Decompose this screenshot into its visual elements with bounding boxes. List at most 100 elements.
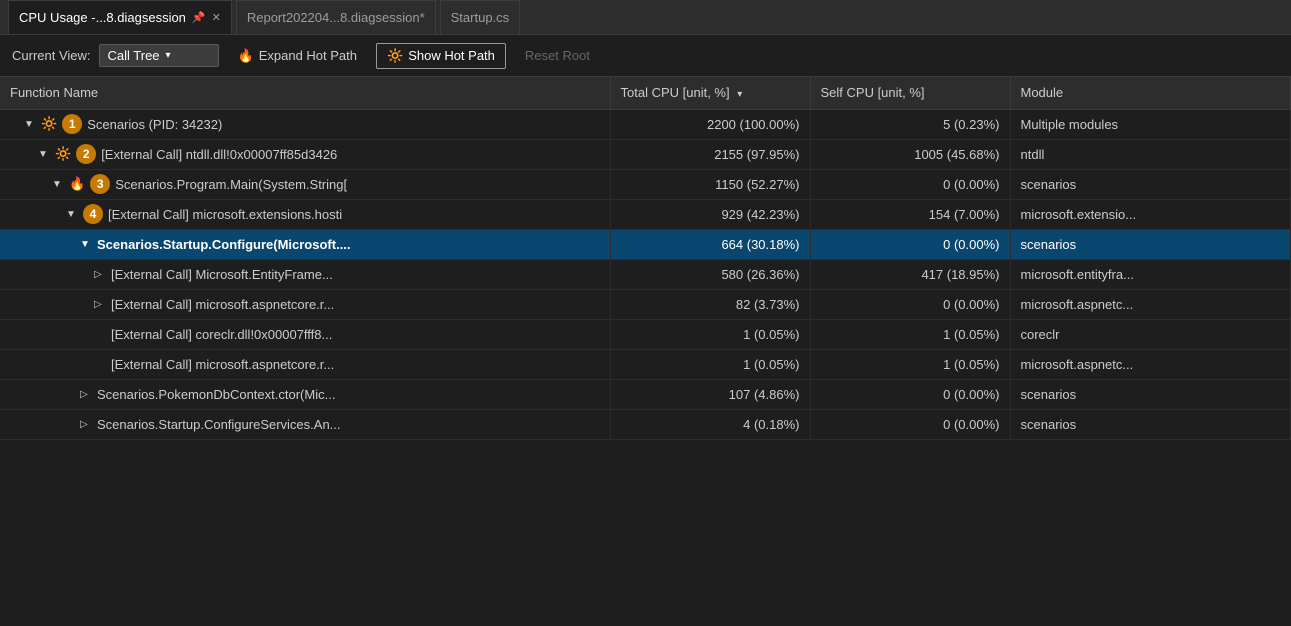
fn-name-text: Scenarios.Startup.Configure(Microsoft...…	[97, 237, 351, 252]
fn-name-cell: ▷ Scenarios.PokemonDbContext.ctor(Mic...	[0, 379, 610, 409]
col-header-module[interactable]: Module	[1010, 77, 1291, 109]
table-row[interactable]: ▼ Scenarios.Startup.Configure(Microsoft..…	[0, 229, 1291, 259]
hotpath-icon: 🔆	[41, 116, 57, 132]
module-cell: Multiple modules	[1010, 109, 1291, 139]
self-cpu-cell: 154 (7.00%)	[810, 199, 1010, 229]
fn-name-text: [External Call] microsoft.aspnetcore.r..…	[111, 297, 334, 312]
fn-cell-content: ▼🔆1Scenarios (PID: 34232)	[10, 114, 600, 134]
table-row[interactable]: ▷ [External Call] Microsoft.EntityFrame..…	[0, 259, 1291, 289]
module-cell: scenarios	[1010, 229, 1291, 259]
call-tree-table: Function Name Total CPU [unit, %] ▾ Self…	[0, 77, 1291, 440]
fn-name-cell: ▷ [External Call] microsoft.aspnetcore.r.…	[0, 289, 610, 319]
chevron-down-icon: ▾	[166, 50, 171, 61]
self-cpu-cell: 0 (0.00%)	[810, 169, 1010, 199]
module-cell: microsoft.aspnetc...	[1010, 289, 1291, 319]
table-container: Function Name Total CPU [unit, %] ▾ Self…	[0, 77, 1291, 626]
title-bar: CPU Usage -...8.diagsession 📌 ✕ Report20…	[0, 0, 1291, 35]
close-icon[interactable]: ✕	[212, 11, 221, 24]
total-cpu-cell: 664 (30.18%)	[610, 229, 810, 259]
fn-name-text: [External Call] Microsoft.EntityFrame...	[111, 267, 333, 282]
fn-name-cell: ▼🔆2[External Call] ntdll.dll!0x00007ff85…	[0, 139, 610, 169]
fn-name-cell: ▼ 4 [External Call] microsoft.extensions.h…	[0, 199, 610, 229]
fn-cell-content: ▷ Scenarios.PokemonDbContext.ctor(Mic...	[10, 387, 600, 402]
expand-arrow-icon[interactable]: ▷	[94, 299, 106, 310]
total-cpu-cell: 4 (0.18%)	[610, 409, 810, 439]
module-cell: scenarios	[1010, 409, 1291, 439]
fn-name-cell: ▼🔥3Scenarios.Program.Main(System.String[	[0, 169, 610, 199]
module-cell: microsoft.aspnetc...	[1010, 349, 1291, 379]
expand-arrow-icon[interactable]: ▼	[38, 149, 50, 160]
module-cell: microsoft.extensio...	[1010, 199, 1291, 229]
current-view-label: Current View:	[12, 48, 91, 63]
fn-name-cell: [External Call] coreclr.dll!0x00007fff8.…	[0, 319, 610, 349]
fn-cell-content: ▷Scenarios.Startup.ConfigureServices.An.…	[10, 417, 600, 432]
expand-arrow-icon[interactable]: ▼	[24, 119, 36, 130]
total-cpu-cell: 2200 (100.00%)	[610, 109, 810, 139]
pin-icon[interactable]: 📌	[192, 11, 206, 24]
table-body: ▼🔆1Scenarios (PID: 34232)2200 (100.00%)5…	[0, 109, 1291, 439]
table-row[interactable]: ▼🔆1Scenarios (PID: 34232)2200 (100.00%)5…	[0, 109, 1291, 139]
expand-arrow-icon[interactable]: ▼	[52, 179, 64, 190]
tab-report-label: Report202204...8.diagsession*	[247, 10, 425, 25]
table-row[interactable]: ▼🔥3Scenarios.Program.Main(System.String[…	[0, 169, 1291, 199]
toolbar: Current View: Call Tree ▾ 🔥 Expand Hot P…	[0, 35, 1291, 77]
fn-cell-content: [External Call] coreclr.dll!0x00007fff8.…	[10, 327, 600, 342]
table-row[interactable]: [External Call] microsoft.aspnetcore.r..…	[0, 349, 1291, 379]
table-row[interactable]: ▷ [External Call] microsoft.aspnetcore.r.…	[0, 289, 1291, 319]
hotpath-show-icon: 🔆	[387, 48, 403, 64]
self-cpu-cell: 0 (0.00%)	[810, 289, 1010, 319]
table-row[interactable]: ▼🔆2[External Call] ntdll.dll!0x00007ff85…	[0, 139, 1291, 169]
sort-arrow-icon: ▾	[737, 89, 742, 100]
tab-cpu-usage[interactable]: CPU Usage -...8.diagsession 📌 ✕	[8, 0, 232, 34]
fn-name-text: [External Call] microsoft.extensions.hos…	[108, 207, 342, 222]
main-content: Current View: Call Tree ▾ 🔥 Expand Hot P…	[0, 35, 1291, 626]
reset-root-label: Reset Root	[525, 48, 590, 63]
module-cell: microsoft.entityfra...	[1010, 259, 1291, 289]
module-cell: scenarios	[1010, 169, 1291, 199]
self-cpu-cell: 0 (0.00%)	[810, 229, 1010, 259]
expand-arrow-icon[interactable]: ▷	[80, 389, 92, 400]
fire-icon: 🔥	[238, 48, 254, 64]
expand-arrow-icon[interactable]: ▼	[80, 239, 92, 250]
view-select-dropdown[interactable]: Call Tree ▾	[99, 44, 219, 67]
show-hot-path-label: Show Hot Path	[408, 48, 495, 63]
row-badge: 4	[83, 204, 103, 224]
self-cpu-cell: 1005 (45.68%)	[810, 139, 1010, 169]
self-cpu-cell: 0 (0.00%)	[810, 409, 1010, 439]
tab-startup[interactable]: Startup.cs	[440, 0, 521, 34]
total-cpu-cell: 580 (26.36%)	[610, 259, 810, 289]
fire-icon: 🔥	[69, 176, 85, 192]
hotpath-icon: 🔆	[55, 146, 71, 162]
self-cpu-cell: 1 (0.05%)	[810, 349, 1010, 379]
fn-name-cell: ▼🔆1Scenarios (PID: 34232)	[0, 109, 610, 139]
table-header-row: Function Name Total CPU [unit, %] ▾ Self…	[0, 77, 1291, 109]
fn-name-text: Scenarios.PokemonDbContext.ctor(Mic...	[97, 387, 335, 402]
col-header-total-cpu[interactable]: Total CPU [unit, %] ▾	[610, 77, 810, 109]
tab-report[interactable]: Report202204...8.diagsession*	[236, 0, 436, 34]
table-row[interactable]: ▼ 4 [External Call] microsoft.extensions.h…	[0, 199, 1291, 229]
tab-cpu-usage-label: CPU Usage -...8.diagsession	[19, 10, 186, 25]
view-select-value: Call Tree	[108, 48, 160, 63]
fn-name-cell: ▷ [External Call] Microsoft.EntityFrame..…	[0, 259, 610, 289]
col-header-self-cpu[interactable]: Self CPU [unit, %]	[810, 77, 1010, 109]
fn-name-text: [External Call] microsoft.aspnetcore.r..…	[111, 357, 334, 372]
expand-arrow-icon[interactable]: ▷	[80, 419, 92, 430]
table-row[interactable]: ▷Scenarios.Startup.ConfigureServices.An.…	[0, 409, 1291, 439]
module-cell: scenarios	[1010, 379, 1291, 409]
row-badge: 3	[90, 174, 110, 194]
expand-hot-path-button[interactable]: 🔥 Expand Hot Path	[227, 43, 368, 69]
total-cpu-cell: 929 (42.23%)	[610, 199, 810, 229]
total-cpu-cell: 107 (4.86%)	[610, 379, 810, 409]
expand-arrow-icon[interactable]: ▷	[94, 269, 106, 280]
table-row[interactable]: ▷ Scenarios.PokemonDbContext.ctor(Mic... 1…	[0, 379, 1291, 409]
table-row[interactable]: [External Call] coreclr.dll!0x00007fff8.…	[0, 319, 1291, 349]
reset-root-button[interactable]: Reset Root	[514, 43, 601, 68]
fn-name-cell: [External Call] microsoft.aspnetcore.r..…	[0, 349, 610, 379]
show-hot-path-button[interactable]: 🔆 Show Hot Path	[376, 43, 506, 69]
expand-arrow-icon[interactable]: ▼	[66, 209, 78, 220]
fn-cell-content: ▼🔥3Scenarios.Program.Main(System.String[	[10, 174, 600, 194]
col-header-function-name[interactable]: Function Name	[0, 77, 610, 109]
total-cpu-cell: 2155 (97.95%)	[610, 139, 810, 169]
tab-startup-label: Startup.cs	[451, 10, 510, 25]
module-cell: ntdll	[1010, 139, 1291, 169]
